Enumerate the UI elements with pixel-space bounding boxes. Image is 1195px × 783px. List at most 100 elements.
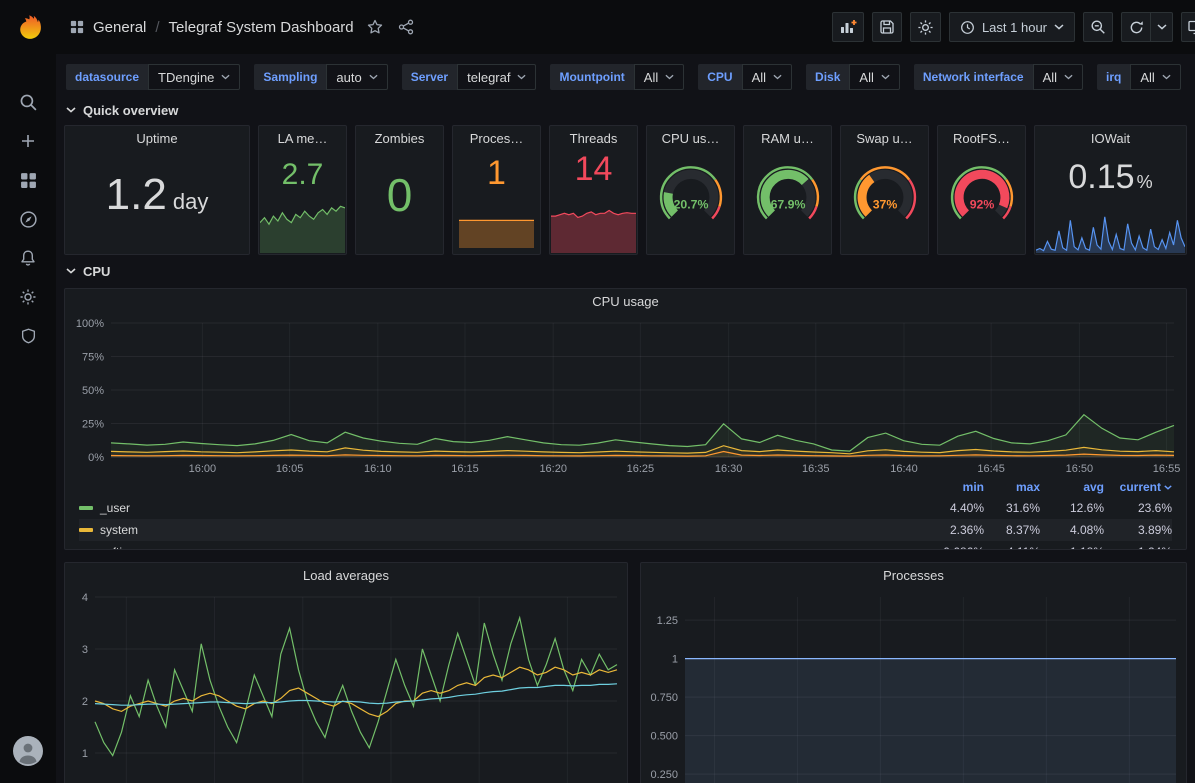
- quick-overview-panels: Uptime 1.2day LA me… 2.7 Zombies 0 Proce…: [64, 125, 1187, 255]
- panel-title[interactable]: RootFS…: [938, 126, 1025, 152]
- legend-col-current[interactable]: current: [1104, 480, 1172, 494]
- variable-value-dropdown[interactable]: All: [1130, 64, 1180, 90]
- svg-text:67.9%: 67.9%: [770, 198, 805, 212]
- chevron-down-icon: [773, 74, 782, 80]
- variables-row: datasource TDengine Sampling auto Server…: [64, 60, 1187, 94]
- variable-value-dropdown[interactable]: All: [742, 64, 792, 90]
- rootfs-gauge: 92%: [941, 156, 1023, 232]
- variable-value: All: [644, 70, 658, 85]
- panel-title[interactable]: LA me…: [259, 126, 346, 152]
- svg-text:16:40: 16:40: [890, 463, 918, 475]
- chevron-down-icon: [517, 74, 526, 80]
- sidebar-item-search[interactable]: [7, 85, 49, 119]
- svg-text:1.25: 1.25: [657, 615, 678, 627]
- processes-chart[interactable]: 0.2500.5000.75011.2516:0016:1016:2016:30…: [641, 589, 1186, 783]
- legend-col-avg[interactable]: avg: [1040, 480, 1104, 494]
- la-value: 2.7: [259, 160, 346, 190]
- add-panel-button[interactable]: [832, 12, 864, 42]
- svg-text:16:00: 16:00: [189, 463, 217, 475]
- panel-title[interactable]: IOWait: [1035, 126, 1186, 152]
- panel-title[interactable]: RAM u…: [744, 126, 831, 152]
- row-toggle-cpu[interactable]: CPU: [64, 258, 1187, 284]
- legend-col-min[interactable]: min: [928, 480, 984, 494]
- chevron-down-icon: [1162, 74, 1171, 80]
- panel-title[interactable]: Proces…: [453, 126, 540, 152]
- svg-text:16:10: 16:10: [364, 463, 392, 475]
- row-title: Quick overview: [83, 103, 178, 118]
- variable-value-dropdown[interactable]: telegraf: [457, 64, 536, 90]
- panel-title[interactable]: CPU us…: [647, 126, 734, 152]
- add-panel-icon: [839, 19, 857, 35]
- svg-text:0.750: 0.750: [650, 692, 678, 704]
- series-toggle[interactable]: softirq: [79, 545, 928, 550]
- series-toggle[interactable]: system: [79, 523, 928, 537]
- panel-title[interactable]: Swap u…: [841, 126, 928, 152]
- panel-uptime: Uptime 1.2day: [64, 125, 250, 255]
- load-averages-chart[interactable]: 0123416:0016:1016:2016:3016:4016:50: [65, 589, 627, 783]
- refresh-button[interactable]: [1121, 12, 1151, 42]
- panel-cpu-usage: CPU usage 0%25%50%75%100%16:0016:0516:10…: [64, 288, 1187, 550]
- panel-title[interactable]: Uptime: [65, 126, 249, 152]
- sidebar-item-dashboards[interactable]: [7, 163, 49, 197]
- variable-value-dropdown[interactable]: auto: [326, 64, 387, 90]
- chevron-down-icon: [369, 74, 378, 80]
- variable-value-dropdown[interactable]: All: [1033, 64, 1083, 90]
- series-toggle[interactable]: _user: [79, 501, 928, 515]
- panel-title[interactable]: CPU usage: [65, 289, 1186, 315]
- series-swatch: [79, 506, 93, 510]
- panel-load-averages: Load averages 0123416:0016:1016:2016:301…: [64, 562, 628, 783]
- sidebar-item-create[interactable]: [7, 124, 49, 158]
- star-button[interactable]: [365, 17, 385, 37]
- sidebar-item-explore[interactable]: [7, 202, 49, 236]
- threads-sparkline: [551, 203, 636, 253]
- row-toggle-quick-overview[interactable]: Quick overview: [64, 97, 1187, 123]
- chevron-down-icon: [1054, 24, 1064, 30]
- sidebar-item-alerting[interactable]: [7, 241, 49, 275]
- cpu-usage-chart[interactable]: 0%25%50%75%100%16:0016:0516:1016:1516:20…: [65, 315, 1186, 477]
- row-title: CPU: [83, 264, 110, 279]
- panel-threads: Threads 14: [549, 125, 638, 255]
- zoom-out-button[interactable]: [1083, 12, 1113, 42]
- variable-value-dropdown[interactable]: All: [634, 64, 684, 90]
- save-dashboard-button[interactable]: [872, 12, 902, 42]
- iowait-value: 0.15%: [1035, 160, 1186, 194]
- sidebar-item-server-admin[interactable]: [7, 319, 49, 353]
- variable-label: Network interface: [914, 64, 1033, 90]
- panel-title[interactable]: Zombies: [356, 126, 443, 152]
- grafana-logo[interactable]: [11, 9, 45, 43]
- variable-value: TDengine: [158, 70, 214, 85]
- tv-mode-button[interactable]: [1181, 12, 1195, 42]
- variable-value: telegraf: [467, 70, 510, 85]
- panel-processes-stat: Proces… 1: [452, 125, 541, 255]
- refresh-interval-dropdown[interactable]: [1151, 12, 1173, 42]
- svg-text:2: 2: [82, 696, 88, 708]
- variable-value-dropdown[interactable]: TDengine: [148, 64, 240, 90]
- variable-disk: Disk All: [806, 64, 900, 90]
- processes-sparkline: [459, 160, 534, 248]
- legend-col-max[interactable]: max: [984, 480, 1040, 494]
- user-avatar[interactable]: [13, 736, 43, 766]
- top-navbar: General / Telegraf System Dashboard Last…: [56, 0, 1195, 54]
- panel-title[interactable]: Processes: [641, 563, 1186, 589]
- sidebar-bottom: [13, 736, 43, 771]
- dashboard-settings-button[interactable]: [910, 12, 941, 42]
- panel-title[interactable]: Threads: [550, 126, 637, 152]
- panel-zombies: Zombies 0: [355, 125, 444, 255]
- variable-label: Disk: [806, 64, 849, 90]
- variable-label: Server: [402, 64, 457, 90]
- breadcrumb-section[interactable]: General: [93, 19, 146, 36]
- variable-label: Sampling: [254, 64, 326, 90]
- chevron-down-icon: [1064, 74, 1073, 80]
- panel-title[interactable]: Load averages: [65, 563, 627, 589]
- chevron-down-icon: [221, 74, 230, 80]
- variable-value-dropdown[interactable]: All: [849, 64, 899, 90]
- svg-text:16:35: 16:35: [802, 463, 830, 475]
- variable-network-interface: Network interface All: [914, 64, 1083, 90]
- chevron-down-icon: [66, 107, 76, 113]
- refresh-combo: [1121, 12, 1173, 42]
- time-range-picker[interactable]: Last 1 hour: [949, 12, 1075, 42]
- sidebar-item-configuration[interactable]: [7, 280, 49, 314]
- share-button[interactable]: [396, 17, 416, 37]
- legend-row-system: system 2.36% 8.37% 4.08% 3.89%: [79, 519, 1172, 541]
- svg-text:37%: 37%: [872, 198, 897, 212]
